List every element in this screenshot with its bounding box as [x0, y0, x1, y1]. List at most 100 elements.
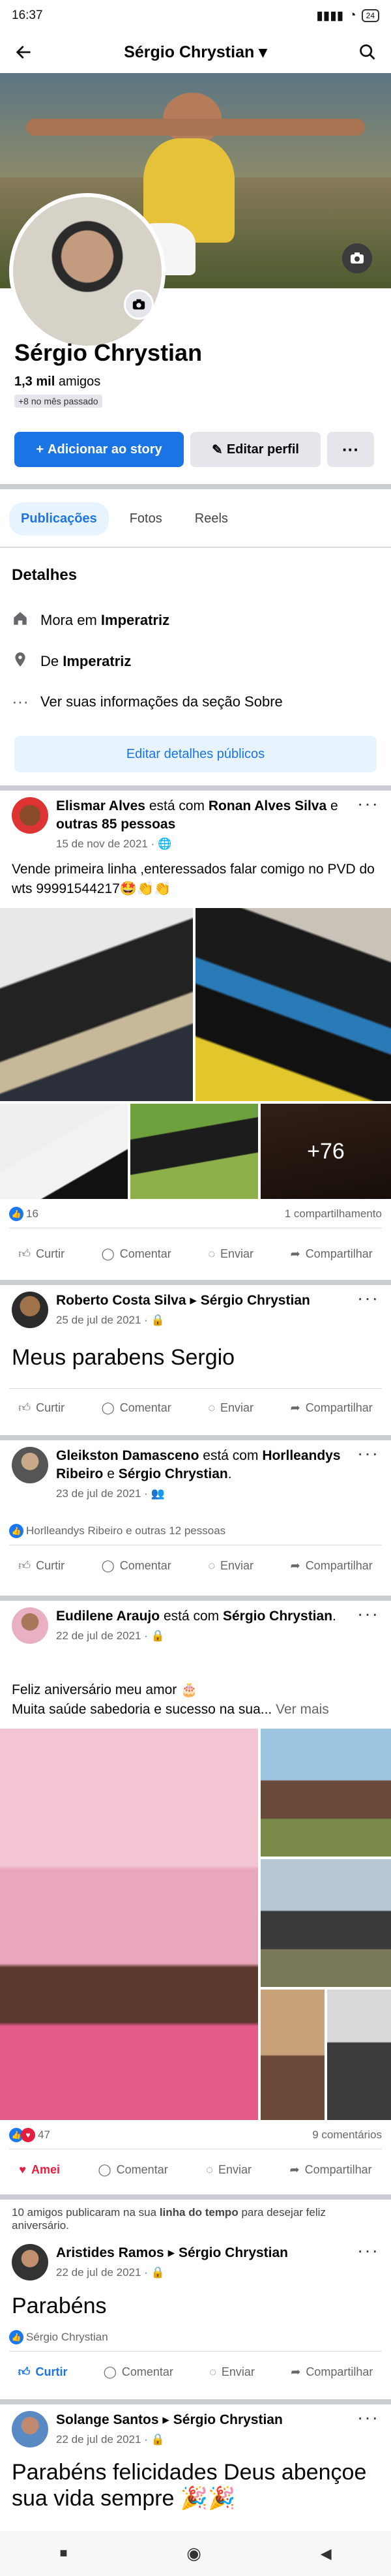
post-author[interactable]: Aristides Ramos — [56, 2245, 164, 2260]
avatar-camera-icon[interactable] — [124, 290, 154, 320]
tagged-person[interactable]: Sérgio Chrystian — [119, 1466, 228, 1481]
post-text: Feliz aniversário meu amor 🎂 Muita saúde… — [12, 1680, 379, 1720]
battery-icon: 24 — [361, 9, 379, 22]
home-button-icon[interactable]: ◉ — [186, 2543, 201, 2564]
tab-reels[interactable]: Reels — [183, 502, 240, 536]
share-count[interactable]: 1 compartilhamento — [285, 1207, 382, 1220]
friends-count[interactable]: 1,3 mil amigos — [14, 374, 100, 389]
share-button[interactable]: ➦ Compartilhar — [290, 2163, 372, 2177]
friends-number: 1,3 mil — [14, 374, 55, 389]
more-photos-tile[interactable]: +76 — [261, 1104, 391, 1199]
see-more-link[interactable]: Ver mais — [276, 1702, 329, 1717]
post-target[interactable]: Sérgio Chrystian — [179, 2245, 288, 2260]
post-date-text: 25 de jul de 2021 · — [56, 1314, 148, 1326]
likes-summary[interactable]: Horlleandys Ribeiro e outras 12 pessoas — [26, 1524, 225, 1538]
post-photo[interactable] — [0, 908, 193, 1101]
post-photo[interactable] — [195, 908, 391, 1101]
comment-count[interactable]: 9 comentários — [312, 2129, 382, 2142]
tab-fotos[interactable]: Fotos — [118, 502, 174, 536]
edit-profile-button[interactable]: ✎ Editar perfil — [190, 432, 321, 467]
like-count[interactable]: 16 — [26, 1207, 38, 1220]
post-author[interactable]: Gleikston Damasceno — [56, 1448, 199, 1463]
post-date[interactable]: 22 de jul de 2021 · 🔒 — [56, 1627, 349, 1645]
tagged-person[interactable]: Ronan Alves Silva — [209, 798, 326, 813]
like-button[interactable]: 👍︎ Curtir — [18, 1558, 65, 1573]
post-header: Roberto Costa Silva ▸ Sérgio Chrystian 2… — [12, 1289, 379, 1329]
like-button[interactable]: 👍︎ Curtir — [18, 2365, 68, 2379]
post-menu-button[interactable]: ··· — [357, 1289, 379, 1307]
send-button[interactable]: ◌ Enviar — [208, 1559, 253, 1573]
post-date[interactable]: 23 de jul de 2021 · 👥 — [56, 1485, 349, 1503]
avatar[interactable] — [12, 797, 48, 834]
comment-button[interactable]: ◯ Comentar — [102, 1401, 171, 1415]
comment-button[interactable]: ◯ Comentar — [102, 1559, 171, 1573]
recent-apps-icon[interactable]: ■ — [59, 2546, 67, 2561]
tagged-person[interactable]: Sérgio Chrystian — [223, 1609, 332, 1624]
post-author[interactable]: Solange Santos — [56, 2412, 159, 2427]
back-icon[interactable]: ◀ — [321, 2545, 332, 2562]
post-date-text: 23 de jul de 2021 · — [56, 1487, 148, 1500]
post-author[interactable]: Roberto Costa Silva — [56, 1293, 186, 1308]
comment-button[interactable]: ◯ Comentar — [104, 2365, 173, 2379]
avatar[interactable] — [12, 1447, 48, 1483]
post-photo[interactable] — [261, 1990, 325, 2120]
post-photo[interactable] — [261, 1729, 391, 1856]
post-photo[interactable] — [0, 1104, 128, 1199]
comment-button[interactable]: ◯ Comentar — [98, 2163, 168, 2177]
more-options-button[interactable]: ··· — [327, 432, 374, 467]
post-target[interactable]: Sérgio Chrystian — [201, 1293, 310, 1308]
send-button[interactable]: ◌ Enviar — [209, 2365, 255, 2379]
friends-icon: 👥 — [151, 1487, 165, 1500]
post-date[interactable]: 22 de jul de 2021 · 🔒 — [56, 2264, 349, 2282]
love-button[interactable]: ♥ Amei — [19, 2163, 60, 2177]
post-menu-button[interactable]: ··· — [357, 2408, 379, 2427]
comment-icon: ◯ — [98, 2162, 111, 2176]
post-photo[interactable] — [261, 1859, 391, 1987]
send-button[interactable]: ◌ Enviar — [208, 1401, 253, 1415]
share-button[interactable]: ➦ Compartilhar — [291, 1559, 373, 1573]
post-date[interactable]: 25 de jul de 2021 · 🔒 — [56, 1311, 349, 1329]
edit-details-button[interactable]: Editar detalhes públicos — [14, 736, 377, 772]
post-photo[interactable] — [130, 1104, 258, 1199]
search-icon[interactable] — [353, 38, 382, 67]
send-button[interactable]: ◌ Enviar — [208, 1247, 253, 1261]
likes-summary[interactable]: Sérgio Chrystian — [26, 2331, 108, 2344]
comment-button[interactable]: ◯ Comentar — [102, 1247, 171, 1261]
detail-about[interactable]: ··· Ver suas informações da seção Sobre — [12, 691, 283, 712]
post-menu-button[interactable]: ··· — [357, 1605, 379, 1623]
comment-icon: ◯ — [103, 2365, 117, 2378]
avatar[interactable] — [12, 1292, 48, 1328]
divider — [0, 484, 391, 489]
share-button[interactable]: ➦ Compartilhar — [291, 2365, 373, 2379]
share-button[interactable]: ➦ Compartilhar — [291, 1401, 373, 1415]
avatar[interactable] — [12, 1607, 48, 1644]
like-button[interactable]: 👍︎ Curtir — [18, 1401, 65, 1415]
post-author[interactable]: Elismar Alves — [56, 798, 145, 813]
share-button[interactable]: ➦ Compartilhar — [291, 1247, 373, 1261]
post-target[interactable]: Sérgio Chrystian — [173, 2412, 283, 2427]
profile-avatar[interactable] — [9, 193, 166, 350]
like-button[interactable]: 👍︎ Curtir — [18, 1247, 65, 1261]
post-menu-button[interactable]: ··· — [357, 2241, 379, 2260]
back-arrow-icon[interactable] — [9, 38, 38, 67]
post-date[interactable]: 15 de nov de 2021 · 🌐 — [56, 835, 349, 853]
add-story-button[interactable]: + Adicionar ao story — [14, 432, 184, 467]
globe-icon: 🌐 — [157, 838, 172, 850]
avatar[interactable] — [12, 2411, 48, 2447]
reaction-count[interactable]: 47 — [38, 2129, 50, 2142]
cover-camera-icon[interactable] — [342, 243, 372, 273]
post-menu-button[interactable]: ··· — [357, 1444, 379, 1462]
send-button[interactable]: ◌ Enviar — [206, 2163, 252, 2177]
timeline-link[interactable]: linha do tempo — [160, 2206, 239, 2219]
post-author[interactable]: Eudilene Araujo — [56, 1609, 160, 1624]
post-photo[interactable] — [327, 1990, 391, 2120]
comment-label: Comentar — [116, 2162, 168, 2176]
tab-publicacoes[interactable]: Publicações — [9, 502, 109, 536]
post-photo[interactable] — [0, 1729, 258, 2120]
post-date[interactable]: 22 de jul de 2021 · 🔒 — [56, 2431, 349, 2449]
page-title[interactable]: Sérgio Chrystian ▾ — [38, 42, 353, 62]
tagged-others[interactable]: outras 85 pessoas — [56, 817, 175, 832]
avatar[interactable] — [12, 2244, 48, 2281]
love-label: Amei — [31, 2162, 60, 2176]
post-menu-button[interactable]: ··· — [357, 795, 379, 813]
